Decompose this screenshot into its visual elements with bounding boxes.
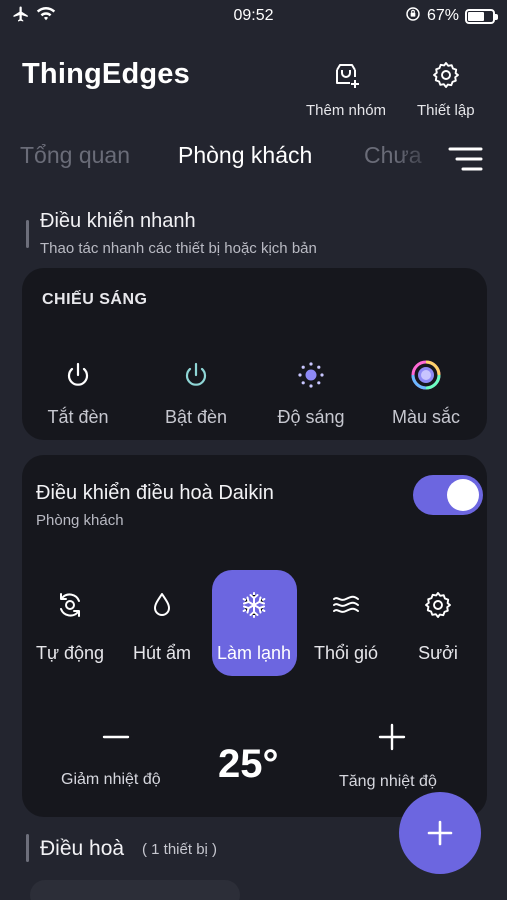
device-section-title: Điều hoà [40,837,125,860]
temperature-value: 25° [218,742,279,786]
tab-fade [395,142,455,176]
room-tabs: Tổng quan Phòng khách Chưa [0,142,507,176]
fan-mode-icon [331,590,361,625]
quick-control-subtitle: Thao tác nhanh các thiết bị hoặc kịch bả… [40,240,317,257]
mode-dry-button[interactable]: Hút ẩm [112,590,212,664]
settings-label: Thiết lập [417,102,475,119]
mode-fan-button[interactable]: Thổi gió [296,590,396,664]
lights-off-button[interactable]: Tắt đèn [18,360,138,428]
lighting-card: CHIẾU SÁNG Tắt đèn Bật đèn Độ sáng Màu s… [22,268,487,440]
add-group-icon [331,60,361,94]
status-bar: 09:52 67% [0,0,507,32]
plus-icon [427,820,453,846]
brightness-icon [296,360,326,395]
battery-icon [465,8,498,24]
toggle-knob [447,479,479,511]
battery-fill [468,11,485,21]
mode-auto-button[interactable]: Tự động [20,590,120,664]
lights-on-button[interactable]: Bật đèn [136,360,256,428]
mode-heat-button[interactable]: Sưởi [388,590,488,664]
dry-mode-icon [147,590,177,625]
decrease-temp-label: Giảm nhiệt độ [61,771,161,788]
device-card-peek[interactable] [30,880,240,900]
power-on-icon [181,360,211,395]
lights-on-label: Bật đèn [164,407,228,427]
gear-icon [431,60,461,94]
auto-mode-icon [55,590,85,625]
ac-room: Phòng khách [36,512,124,529]
tab-living-room[interactable]: Phòng khách [178,142,312,169]
add-group-button[interactable]: Thêm nhóm [306,60,386,119]
menu-icon[interactable] [448,146,484,172]
mode-auto-label: Tự động [35,643,105,663]
mode-dry-label: Hút ẩm [132,643,192,663]
status-time: 09:52 [233,7,274,24]
mode-fan-label: Thổi gió [313,643,379,663]
increase-temp-label: Tăng nhiệt độ [339,773,437,790]
quick-control-title: Điều khiển nhanh [40,210,196,232]
color-label: Màu sắc [391,407,461,427]
color-wheel-icon [411,360,441,395]
increase-temp-button[interactable] [377,722,407,752]
plus-icon [378,723,406,751]
lighting-heading: CHIẾU SÁNG [42,291,148,308]
heat-mode-icon [423,590,453,625]
mode-heat-label: Sưởi [418,643,458,663]
settings-button[interactable]: Thiết lập [417,60,475,119]
ac-title: Điều khiển điều hoà Daikin [36,482,274,504]
brightness-label: Độ sáng [277,407,345,427]
add-fab-button[interactable] [399,792,481,874]
section-bar [26,220,29,248]
color-button[interactable]: Màu sắc [366,360,486,428]
section-bar [26,834,29,862]
device-section-count: ( 1 thiết bị ) [142,841,218,858]
ac-power-toggle[interactable] [413,475,483,515]
app-title: ThingEdges [22,58,190,90]
mode-cool-button[interactable]: Làm lạnh [204,590,304,664]
mode-cool-label: Làm lạnh [216,643,292,663]
brightness-button[interactable]: Độ sáng [251,360,371,428]
snowflake-icon [239,590,269,625]
power-off-icon [63,360,93,395]
minus-icon [102,735,130,739]
tab-overview[interactable]: Tổng quan [20,142,130,169]
add-group-label: Thêm nhóm [306,102,387,119]
lights-off-label: Tắt đèn [47,407,109,427]
decrease-temp-button[interactable] [101,722,131,752]
